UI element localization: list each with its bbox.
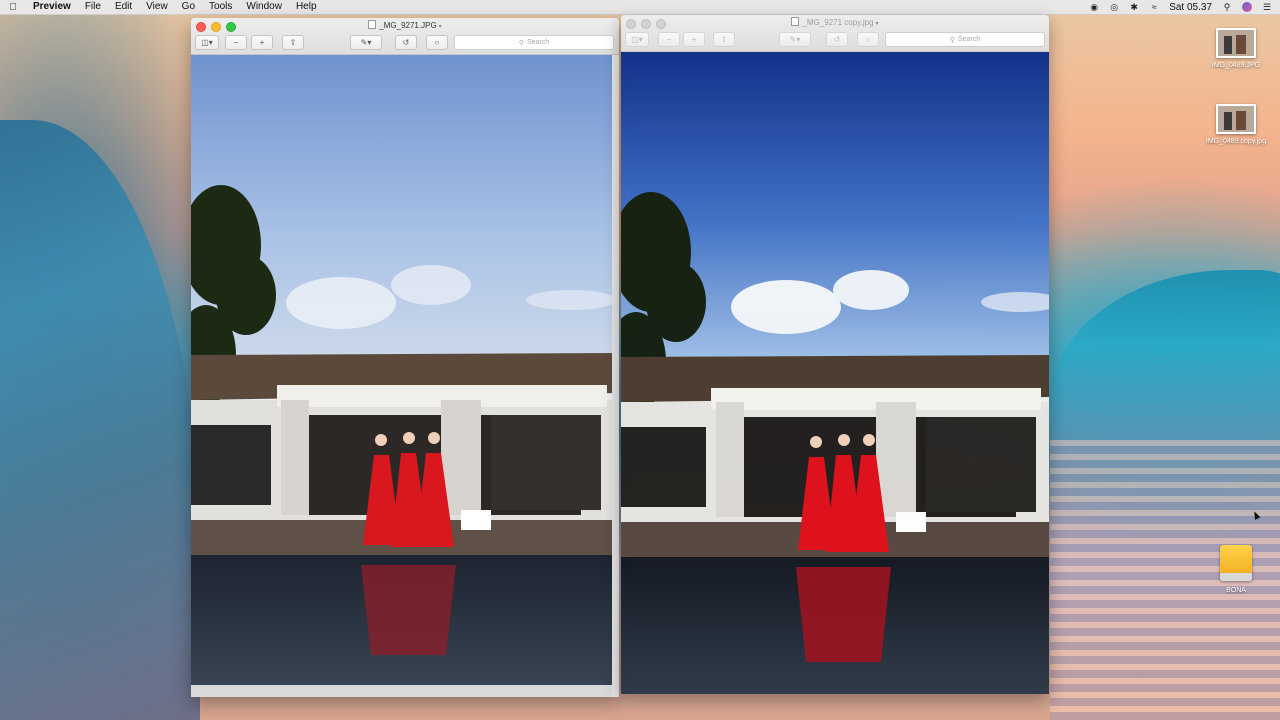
menu-go[interactable]: Go: [175, 0, 202, 14]
notification-center-icon[interactable]: ☰: [1262, 2, 1272, 12]
apple-logo-icon[interactable]: : [0, 2, 26, 13]
menu-edit[interactable]: Edit: [108, 0, 139, 14]
spotlight-search-icon[interactable]: ⚲: [1222, 2, 1232, 12]
window-title-text: _MG_9271 copy.jpg: [802, 18, 874, 27]
desktop-file-img-0489[interactable]: IMG_0489.JPG: [1204, 28, 1268, 69]
wallpaper-wave-right: [1050, 270, 1280, 460]
photo-copy[interactable]: [621, 52, 1049, 694]
window-title-text: _MG_9271.JPG: [379, 21, 437, 30]
markup-pen-button[interactable]: ✎▾: [350, 35, 382, 50]
desktop-file-label: IMG_0489 copy.jpg: [1205, 138, 1267, 145]
share-button[interactable]: ⇧: [713, 32, 735, 47]
markup-pen-button[interactable]: ✎▾: [779, 32, 811, 47]
zoom-in-button[interactable]: +: [251, 35, 273, 50]
desktop-drive-bona[interactable]: BONA: [1204, 545, 1268, 594]
desktop-file-img-0489-copy[interactable]: IMG_0489 copy.jpg: [1204, 104, 1268, 145]
search-input[interactable]: ⚲ Search: [885, 32, 1045, 47]
chevron-down-icon[interactable]: ▾: [876, 21, 879, 27]
wallpaper-wave-left: [0, 120, 200, 720]
menu-tools[interactable]: Tools: [202, 0, 239, 14]
preview-window-copy: _MG_9271 copy.jpg ▾ ◫▾ − + ⇧ ✎▾ ↺ ○ ⚲ Sear…: [621, 15, 1049, 694]
markup-toolbar-button[interactable]: ○: [857, 32, 879, 47]
wedding-photo-original: [191, 55, 619, 697]
record-icon[interactable]: ◉: [1089, 2, 1099, 12]
zoom-out-button[interactable]: −: [658, 32, 680, 47]
desktop-file-label: IMG_0489.JPG: [1211, 62, 1261, 69]
search-input[interactable]: ⚲ Search: [454, 35, 614, 50]
menu-file[interactable]: File: [78, 0, 108, 14]
menu-window[interactable]: Window: [239, 0, 289, 14]
zoom-out-button[interactable]: −: [225, 35, 247, 50]
menu-view[interactable]: View: [139, 0, 175, 14]
activity-icon[interactable]: ◎: [1109, 2, 1119, 12]
wifi-icon[interactable]: ≈: [1149, 2, 1159, 12]
window-toolbar: ◫▾ − + ⇧ ✎▾ ↺ ○ ⚲ Search: [621, 30, 1049, 50]
siri-icon[interactable]: [1242, 2, 1252, 12]
markup-toolbar-button[interactable]: ○: [426, 35, 448, 50]
desktop-drive-label: BONA: [1226, 587, 1246, 594]
status-area: ◉ ◎ ✱ ≈ Sat 05.37 ⚲ ☰: [1089, 0, 1272, 14]
menu-help[interactable]: Help: [289, 0, 324, 14]
search-icon: ⚲: [949, 36, 955, 44]
rotate-button[interactable]: ↺: [826, 32, 848, 47]
document-icon: [368, 20, 377, 29]
sidebar-view-button[interactable]: ◫▾: [195, 35, 219, 50]
window-title: _MG_9271 copy.jpg ▾: [621, 17, 1049, 27]
image-thumbnail-icon: [1216, 104, 1256, 134]
window-toolbar: ◫▾ − + ⇧ ✎▾ ↺ ○ ⚲ Search: [191, 33, 619, 53]
search-placeholder: Search: [526, 39, 550, 46]
rotate-button[interactable]: ↺: [395, 35, 417, 50]
menu-bar:  Preview File Edit View Go Tools Window…: [0, 0, 1280, 15]
image-thumbnail-icon: [1216, 28, 1256, 58]
preview-window-original: _MG_9271.JPG ▾ ◫▾ − + ⇧ ✎▾ ↺ ○ ⚲ Search: [191, 18, 619, 697]
window-title: _MG_9271.JPG ▾: [191, 20, 619, 30]
search-icon: ⚲: [518, 39, 524, 47]
external-drive-icon: [1220, 545, 1252, 581]
document-icon: [791, 17, 800, 26]
window-titlebar[interactable]: _MG_9271 copy.jpg ▾ ◫▾ − + ⇧ ✎▾ ↺ ○ ⚲ Sear…: [621, 15, 1049, 52]
bluetooth-icon[interactable]: ✱: [1129, 2, 1139, 12]
wedding-photo-edited: [621, 52, 1049, 694]
menu-app-preview[interactable]: Preview: [26, 0, 78, 14]
photo-original[interactable]: [191, 55, 619, 697]
zoom-in-button[interactable]: +: [683, 32, 705, 47]
chevron-down-icon[interactable]: ▾: [439, 24, 442, 30]
share-button[interactable]: ⇧: [282, 35, 304, 50]
window-titlebar[interactable]: _MG_9271.JPG ▾ ◫▾ − + ⇧ ✎▾ ↺ ○ ⚲ Search: [191, 18, 619, 55]
menubar-clock[interactable]: Sat 05.37: [1169, 2, 1212, 13]
search-placeholder: Search: [957, 36, 981, 43]
sidebar-view-button[interactable]: ◫▾: [625, 32, 649, 47]
